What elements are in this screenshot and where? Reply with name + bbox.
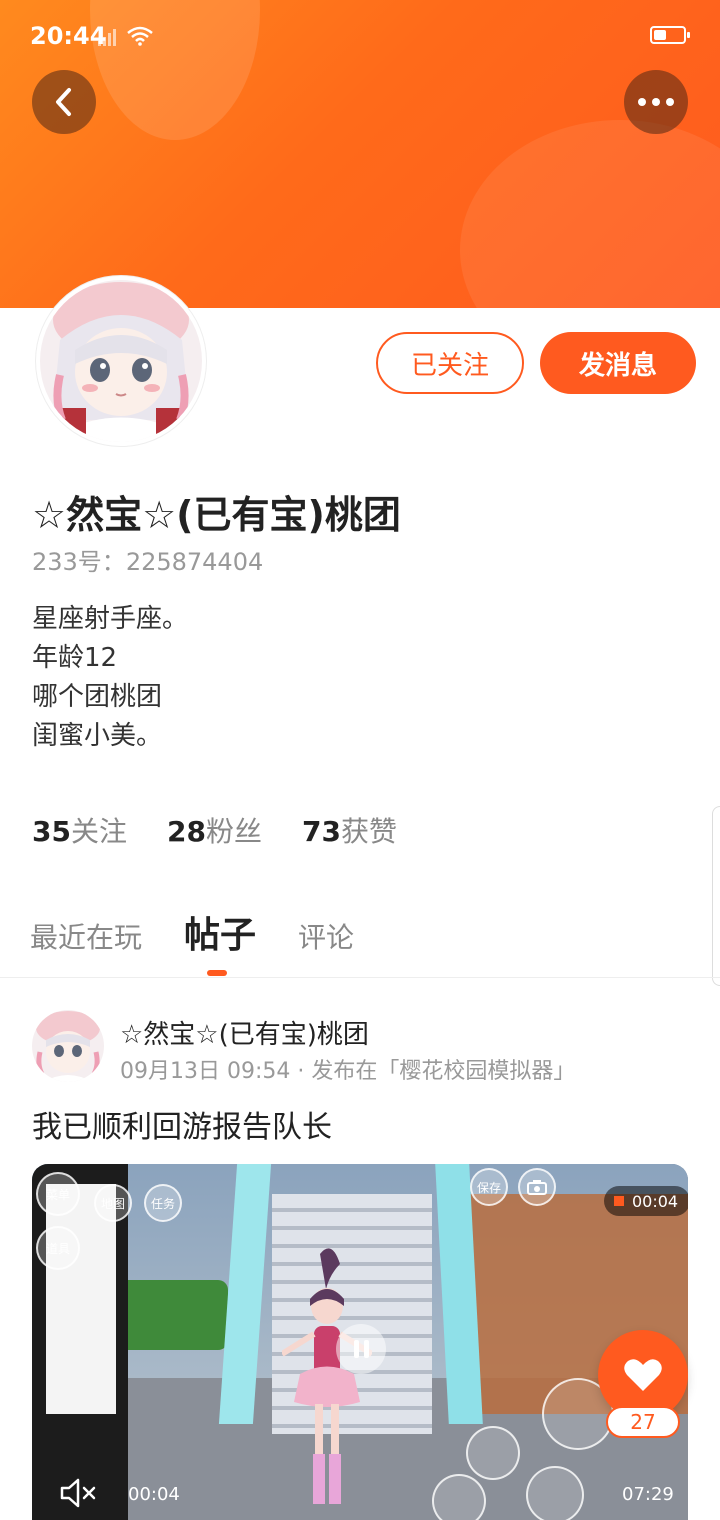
banner-decoration <box>460 120 720 308</box>
post-author-name[interactable]: ☆然宝☆(已有宝)桃团 <box>120 1014 369 1051</box>
post-title[interactable]: 我已顺利回游报告队长 <box>32 1102 332 1146</box>
send-message-button[interactable]: 发消息 <box>540 332 696 394</box>
profile-username: ☆然宝☆(已有宝)桃团 <box>32 493 401 537</box>
divider <box>0 977 720 978</box>
recording-time-chip: 00:04 <box>604 1186 688 1216</box>
active-tab-indicator <box>207 970 227 976</box>
back-button[interactable] <box>32 70 96 134</box>
avatar-image <box>32 1010 104 1082</box>
pause-icon <box>353 1340 359 1358</box>
stat-fans[interactable]: 28粉丝 <box>167 810 262 850</box>
bio-line: 哪个团桃团 <box>32 682 163 712</box>
hud-label: 菜单 <box>45 1187 70 1202</box>
stat-label: 粉丝 <box>205 815 262 848</box>
hud-label: 地图 <box>100 1196 125 1211</box>
heart-icon <box>624 1359 662 1391</box>
stat-likes[interactable]: 73获赞 <box>302 810 397 850</box>
status-bar: 20:44 <box>0 0 720 72</box>
record-icon <box>614 1196 624 1206</box>
video-current-time: 00:04 <box>128 1484 180 1505</box>
hud-map-button[interactable]: 地图 <box>94 1184 132 1222</box>
avatar-image <box>40 280 202 442</box>
mute-icon[interactable] <box>58 1476 98 1510</box>
post-author-avatar[interactable] <box>32 1010 104 1082</box>
stat-number: 35 <box>32 815 71 848</box>
hud-view-button[interactable] <box>432 1474 486 1520</box>
following-button[interactable]: 已关注 <box>376 332 524 394</box>
wifi-icon <box>127 26 153 46</box>
profile-uid: 233号：225874404 <box>32 542 263 577</box>
profile-tabs: 最近在玩 帖子 评论 <box>30 906 354 958</box>
like-count-badge: 27 <box>606 1406 680 1438</box>
camera-icon[interactable] <box>518 1168 556 1206</box>
hud-label: 任务 <box>150 1196 175 1211</box>
status-icons <box>98 26 154 46</box>
tab-comments[interactable]: 评论 <box>298 916 354 956</box>
stat-following[interactable]: 35关注 <box>32 810 127 850</box>
pause-button[interactable] <box>336 1324 386 1374</box>
bio-line: 年龄12 <box>32 643 118 673</box>
tab-posts[interactable]: 帖子 <box>184 906 256 958</box>
hud-menu-button[interactable]: 菜单 <box>36 1172 80 1216</box>
profile-avatar[interactable] <box>36 276 206 446</box>
video-character <box>282 1248 372 1504</box>
hud-label: 保存 <box>476 1180 501 1195</box>
profile-bio: 星座射手座。 年龄12 哪个团桃团 闺蜜小美。 <box>32 600 188 756</box>
hud-task-button[interactable]: 任务 <box>144 1184 182 1222</box>
stat-number: 28 <box>166 815 206 848</box>
status-time: 20:44 <box>30 22 107 50</box>
hud-props-button[interactable]: 道具 <box>36 1226 80 1270</box>
tab-recently-played[interactable]: 最近在玩 <box>30 916 142 956</box>
bio-line: 星座射手座。 <box>32 604 189 634</box>
hud-spray-button[interactable] <box>466 1426 520 1480</box>
hud-label: 道具 <box>45 1241 70 1256</box>
back-arrow-icon <box>56 88 71 116</box>
signal-icon <box>98 28 120 46</box>
video-scene-bush <box>118 1280 228 1350</box>
profile-stats: 35关注 28粉丝 73获赞 <box>32 810 397 850</box>
recording-time: 00:04 <box>632 1191 679 1211</box>
stat-label: 关注 <box>70 815 127 848</box>
hud-save-button[interactable]: 保存 <box>470 1168 508 1206</box>
stat-number: 73 <box>301 815 341 848</box>
video-total-time: 07:29 <box>622 1484 674 1505</box>
battery-icon <box>650 26 690 44</box>
bio-line: 闺蜜小美。 <box>32 721 163 751</box>
stat-label: 获赞 <box>340 815 397 848</box>
more-button[interactable] <box>624 70 688 134</box>
scroll-handle[interactable] <box>712 806 720 986</box>
uid-value: 225874404 <box>125 548 264 576</box>
post-video[interactable]: 菜单 道具 地图 任务 保存 00:04 00:04 07:29 <box>32 1164 688 1520</box>
hud-jump-button[interactable] <box>526 1466 584 1520</box>
uid-label: 233号： <box>32 548 126 576</box>
post-meta[interactable]: 09月13日 09:54 · 发布在「樱花校园模拟器」 <box>120 1053 575 1085</box>
more-dots-icon <box>638 98 674 106</box>
